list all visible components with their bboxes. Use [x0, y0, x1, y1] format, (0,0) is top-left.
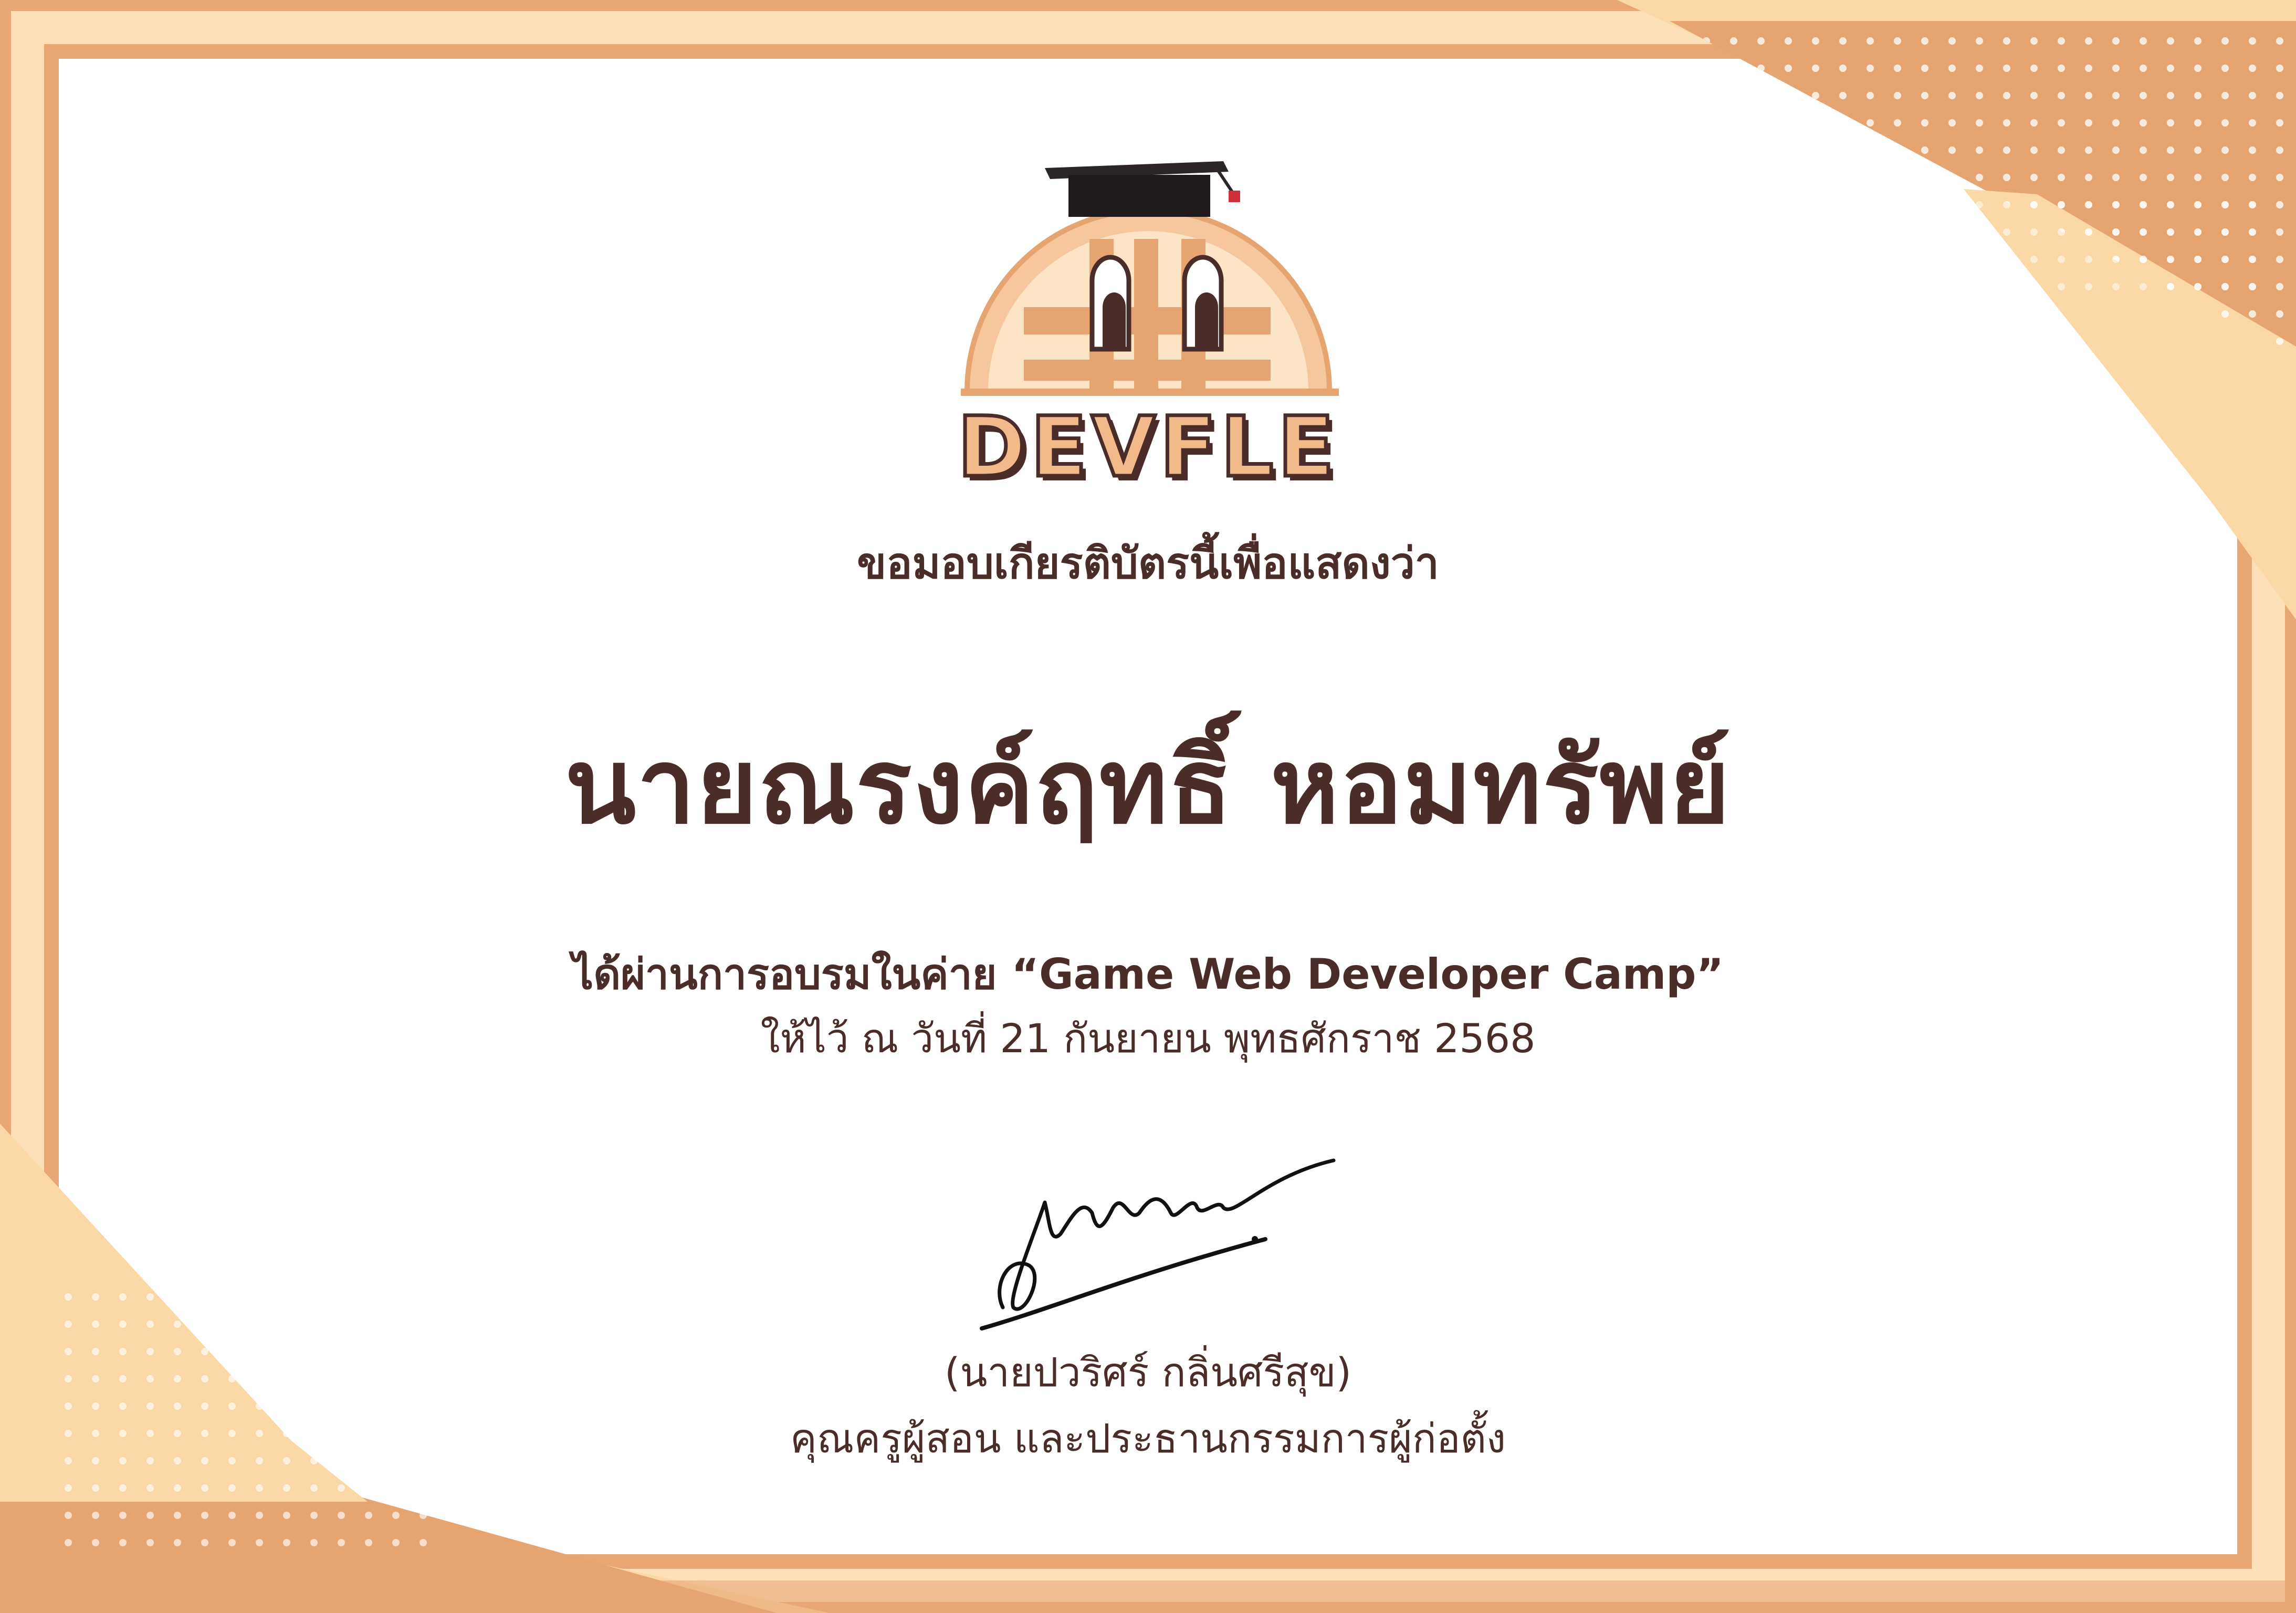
course-line: ได้ผ่านการอบรมในค่าย “Game Web Developer…: [572, 950, 1724, 999]
recipient-name: นายณรงค์ฤทธิ์ หอมทรัพย์: [564, 726, 1732, 847]
brand-wordmark: DEVFLE: [956, 397, 1339, 498]
date-line: ให้ไว้ ณ วันที่ 21 กันยายน พุทธศักราช 25…: [760, 1015, 1536, 1062]
certificate-intro: ขอมอบเกียรติบัตรนี้เพื่อแสดงว่า: [857, 539, 1439, 589]
signature-mark: [980, 1158, 1336, 1331]
signatory-title: คุณครูผู้สอน และประธานกรรมการผู้ก่อตั้ง: [790, 1415, 1506, 1462]
devfle-logo: [961, 161, 1339, 396]
graduation-cap-icon: [1045, 161, 1240, 217]
signatory-name: (นายปวริศร์ กลิ่นศรีสุข): [944, 1349, 1352, 1396]
